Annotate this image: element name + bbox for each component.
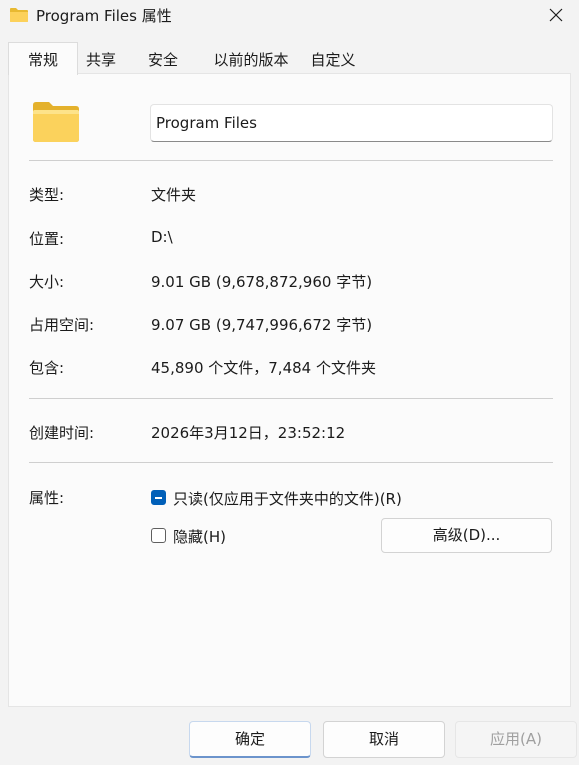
location-label: 位置: xyxy=(29,230,65,248)
folder-icon xyxy=(9,6,29,28)
created-value: 2026年3月12日，23:52:12 xyxy=(151,424,346,442)
hidden-checkbox-label[interactable]: 隐藏(H) xyxy=(173,526,226,547)
ok-button[interactable]: 确定 xyxy=(189,721,311,758)
readonly-checkbox[interactable] xyxy=(151,490,166,505)
divider xyxy=(29,462,553,463)
divider xyxy=(29,160,553,161)
apply-button[interactable]: 应用(A) xyxy=(455,721,577,758)
folder-icon xyxy=(33,99,79,147)
contains-label: 包含: xyxy=(29,359,65,377)
tab-general[interactable]: 常规 xyxy=(8,42,78,75)
readonly-checkbox-label[interactable]: 只读(仅应用于文件夹中的文件)(R) xyxy=(173,488,402,509)
tab-sharing[interactable]: 共享 xyxy=(76,44,126,74)
advanced-button[interactable]: 高级(D)... xyxy=(381,518,552,553)
size-label: 大小: xyxy=(29,273,65,291)
attributes-label: 属性: xyxy=(29,489,65,507)
close-button[interactable] xyxy=(533,0,579,30)
tab-customize[interactable]: 自定义 xyxy=(301,44,365,74)
general-panel xyxy=(8,73,571,707)
size-on-disk-label: 占用空间: xyxy=(29,316,95,334)
created-label: 创建时间: xyxy=(29,424,95,442)
cancel-button[interactable]: 取消 xyxy=(323,721,445,758)
location-value: D:\ xyxy=(151,228,173,246)
tab-security[interactable]: 安全 xyxy=(132,44,194,74)
folder-name-input[interactable] xyxy=(150,104,553,142)
tab-strip: 常规 共享 安全 以前的版本 自定义 xyxy=(0,42,579,75)
size-on-disk-value: 9.07 GB (9,747,996,672 字节) xyxy=(151,316,373,334)
hidden-checkbox[interactable] xyxy=(151,528,166,543)
title-bar: Program Files 属性 xyxy=(0,0,579,30)
window-title: Program Files 属性 xyxy=(36,7,172,25)
size-value: 9.01 GB (9,678,872,960 字节) xyxy=(151,273,373,291)
divider xyxy=(29,398,553,399)
contains-value: 45,890 个文件，7,484 个文件夹 xyxy=(151,359,376,377)
tab-previous-versions[interactable]: 以前的版本 xyxy=(201,44,301,74)
type-value: 文件夹 xyxy=(151,186,197,204)
type-label: 类型: xyxy=(29,186,65,204)
